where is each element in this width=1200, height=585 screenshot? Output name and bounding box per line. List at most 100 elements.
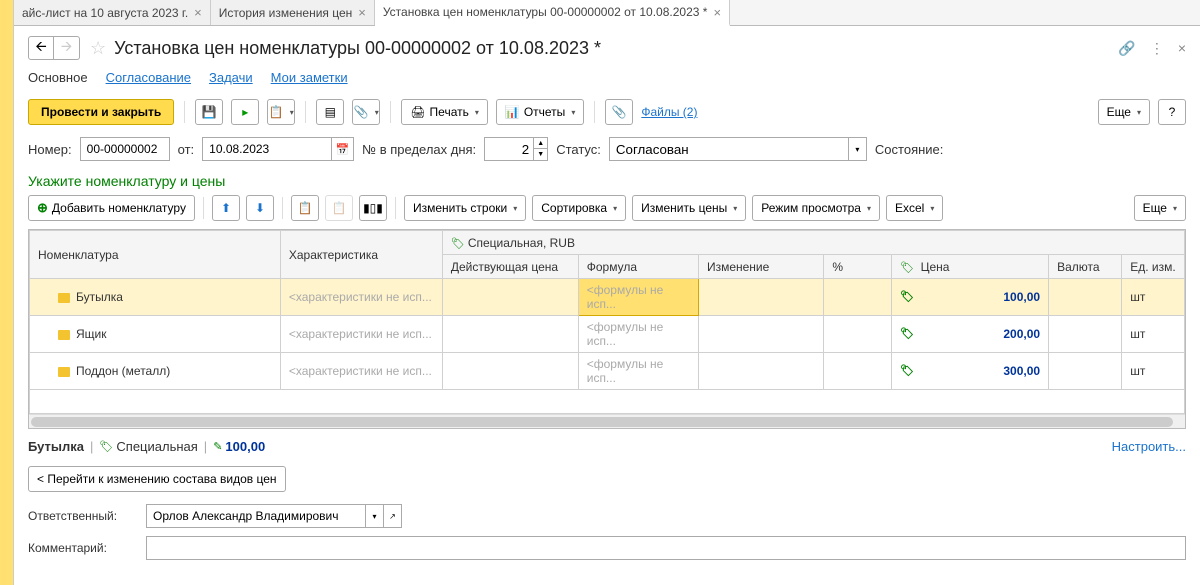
view-mode-button[interactable]: Режим просмотра ▾ — [752, 195, 880, 221]
cell-formula[interactable]: <формулы не исп... — [578, 279, 698, 316]
cell-change[interactable] — [698, 353, 823, 390]
cell-nomenclature[interactable]: Бутылка — [30, 279, 281, 316]
attach-button[interactable]: 📎 — [605, 99, 633, 125]
tab-price-history[interactable]: История изменения цен × — [211, 0, 375, 25]
cell-current-price[interactable] — [442, 316, 578, 353]
copy-button[interactable]: 📋 — [291, 195, 319, 221]
section-tabs: Основное Согласование Задачи Мои заметки — [14, 66, 1200, 95]
cell-unit[interactable]: шт — [1122, 279, 1185, 316]
header-currency[interactable]: Валюта — [1049, 255, 1122, 279]
responsible-dropdown-button[interactable]: ▾ — [366, 504, 384, 528]
post-and-close-button[interactable]: Провести и закрыть — [28, 99, 174, 125]
nav-forward-button[interactable]: 🡪 — [54, 36, 80, 60]
cell-percent[interactable] — [824, 316, 892, 353]
header-change[interactable]: Изменение — [698, 255, 823, 279]
subtab-tasks[interactable]: Задачи — [209, 70, 253, 87]
spinner-up-button[interactable]: ▲ — [534, 137, 548, 149]
change-prices-label: Изменить цены — [641, 201, 727, 215]
status-dropdown-button[interactable]: ▾ — [849, 137, 867, 161]
close-icon[interactable]: × — [713, 5, 721, 20]
add-nomenclature-button[interactable]: ⊕ Добавить номенклатуру — [28, 195, 195, 221]
cell-characteristic[interactable]: <характеристики не исп... — [280, 316, 442, 353]
change-prices-button[interactable]: Изменить цены ▾ — [632, 195, 746, 221]
cell-price[interactable]: 🏷200,00 — [892, 316, 1049, 353]
nav-back-button[interactable]: 🡨 — [28, 36, 54, 60]
barcode-button[interactable]: ▮▯▮ — [359, 195, 387, 221]
change-rows-button[interactable]: Изменить строки ▾ — [404, 195, 526, 221]
excel-button[interactable]: Excel ▾ — [886, 195, 943, 221]
create-based-on-button[interactable]: 📋▾ — [267, 99, 295, 125]
tag-icon: 🏷 — [900, 290, 914, 303]
related-button[interactable]: 📎▾ — [352, 99, 380, 125]
cell-currency[interactable] — [1049, 353, 1122, 390]
cell-price[interactable]: 🏷100,00 — [892, 279, 1049, 316]
header-formula[interactable]: Формула — [578, 255, 698, 279]
configure-link[interactable]: Настроить... — [1112, 439, 1186, 454]
scrollbar-thumb[interactable] — [31, 417, 1173, 427]
date-input[interactable] — [202, 137, 332, 161]
paste-button[interactable]: 📋 — [325, 195, 353, 221]
within-day-input[interactable] — [484, 137, 534, 161]
status-select[interactable] — [609, 137, 849, 161]
cell-currency[interactable] — [1049, 279, 1122, 316]
more-button[interactable]: Еще ▾ — [1098, 99, 1150, 125]
tab-set-prices[interactable]: Установка цен номенклатуры 00-00000002 о… — [375, 0, 730, 26]
item-name: Поддон (металл) — [76, 364, 170, 378]
cell-characteristic[interactable]: <характеристики не исп... — [280, 279, 442, 316]
header-percent[interactable]: % — [824, 255, 892, 279]
header-price[interactable]: 🏷 Цена — [892, 255, 1049, 279]
view-mode-label: Режим просмотра — [761, 201, 861, 215]
close-icon[interactable]: × — [1178, 40, 1186, 56]
tab-price-list[interactable]: айс-лист на 10 августа 2023 г. × — [14, 0, 211, 25]
header-current-price[interactable]: Действующая цена — [442, 255, 578, 279]
help-button[interactable]: ? — [1158, 99, 1186, 125]
link-icon[interactable]: 🔗 — [1118, 40, 1135, 57]
post-button[interactable]: ▸ — [231, 99, 259, 125]
table-row[interactable]: Поддон (металл) <характеристики не исп..… — [30, 353, 1185, 390]
number-input[interactable] — [80, 137, 170, 161]
cell-price[interactable]: 🏷300,00 — [892, 353, 1049, 390]
cell-change[interactable] — [698, 316, 823, 353]
responsible-open-button[interactable]: ↗ — [384, 504, 402, 528]
more-vertical-icon[interactable]: ⋮ — [1150, 40, 1164, 57]
table-row[interactable]: Ящик <характеристики не исп... <формулы … — [30, 316, 1185, 353]
favorite-star-icon[interactable]: ☆ — [90, 38, 106, 59]
cell-currency[interactable] — [1049, 316, 1122, 353]
comment-input[interactable] — [146, 536, 1186, 560]
move-up-button[interactable]: ⬆ — [212, 195, 240, 221]
horizontal-scrollbar[interactable] — [29, 414, 1185, 428]
table-row[interactable]: Бутылка <характеристики не исп... <форму… — [30, 279, 1185, 316]
cell-unit[interactable]: шт — [1122, 353, 1185, 390]
cell-current-price[interactable] — [442, 279, 578, 316]
close-icon[interactable]: × — [194, 5, 202, 20]
sort-button[interactable]: Сортировка ▾ — [532, 195, 626, 221]
cell-current-price[interactable] — [442, 353, 578, 390]
subtab-main[interactable]: Основное — [28, 70, 88, 87]
save-button[interactable]: 💾 — [195, 99, 223, 125]
responsible-input[interactable] — [146, 504, 366, 528]
cell-nomenclature[interactable]: Ящик — [30, 316, 281, 353]
cell-characteristic[interactable]: <характеристики не исп... — [280, 353, 442, 390]
print-button[interactable]: 🖨 Печать ▾ — [401, 99, 488, 125]
cell-percent[interactable] — [824, 279, 892, 316]
list-button[interactable]: ▤ — [316, 99, 344, 125]
spinner-down-button[interactable]: ▼ — [534, 149, 548, 161]
subtab-notes[interactable]: Мои заметки — [271, 70, 348, 87]
cell-nomenclature[interactable]: Поддон (металл) — [30, 353, 281, 390]
calendar-button[interactable]: 📅 — [332, 137, 354, 161]
header-nomenclature[interactable]: Номенклатура — [30, 231, 281, 279]
cell-formula[interactable]: <формулы не исп... — [578, 316, 698, 353]
subtab-approval[interactable]: Согласование — [106, 70, 191, 87]
header-characteristic[interactable]: Характеристика — [280, 231, 442, 279]
change-price-types-button[interactable]: < Перейти к изменению состава видов цен — [28, 466, 286, 492]
cell-percent[interactable] — [824, 353, 892, 390]
cell-unit[interactable]: шт — [1122, 316, 1185, 353]
cell-formula[interactable]: <формулы не исп... — [578, 353, 698, 390]
move-down-button[interactable]: ⬇ — [246, 195, 274, 221]
cell-change[interactable] — [698, 279, 823, 316]
reports-button[interactable]: 📊 Отчеты ▾ — [496, 99, 584, 125]
files-link[interactable]: Файлы (2) — [641, 105, 697, 119]
close-icon[interactable]: × — [358, 5, 366, 20]
header-unit[interactable]: Ед. изм. — [1122, 255, 1185, 279]
table-more-button[interactable]: Еще ▾ — [1134, 195, 1186, 221]
